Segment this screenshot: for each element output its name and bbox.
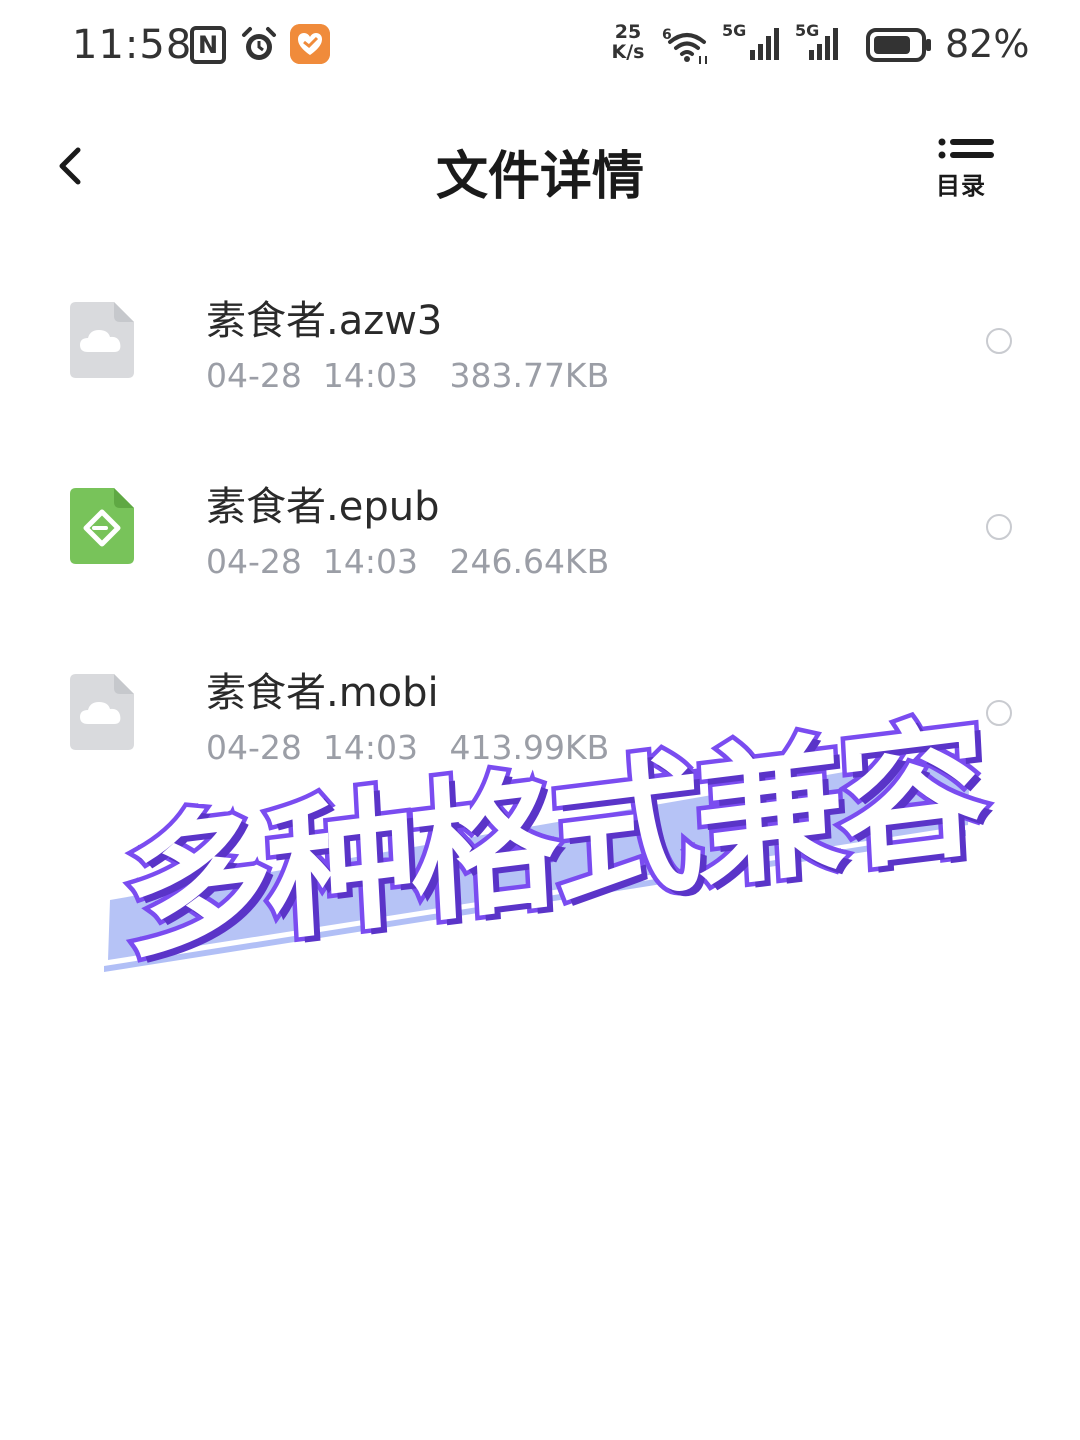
toc-label: 目录: [936, 172, 986, 200]
file-row[interactable]: 素食者.epub 04-28 14:03 246.64KB: [0, 456, 1080, 642]
signal-label: 5G: [795, 22, 819, 40]
file-size: 383.77KB: [449, 356, 610, 395]
file-list: 素食者.azw3 04-28 14:03 383.77KB 素食者.epub 0…: [0, 270, 1080, 828]
toc-button[interactable]: 目录: [932, 138, 1002, 202]
battery-percent: 82%: [945, 22, 1030, 66]
file-date: 04-28: [206, 542, 302, 581]
file-name: 素食者.mobi: [206, 670, 439, 716]
file-size: 413.99KB: [449, 728, 610, 767]
select-radio[interactable]: [986, 700, 1012, 726]
file-date: 04-28: [206, 356, 302, 395]
header-bar: 文件详情 目录: [0, 110, 1080, 220]
file-time: 14:03: [322, 728, 418, 767]
file-meta: 04-28 14:03 413.99KB: [206, 728, 609, 767]
cloud-file-icon: [70, 674, 134, 750]
status-time: 11:58: [72, 22, 193, 68]
file-name: 素食者.azw3: [206, 298, 443, 344]
file-size: 246.64KB: [449, 542, 610, 581]
battery-icon: [866, 28, 931, 62]
signal-icon: 5G: [795, 22, 838, 60]
signal-icon: 5G: [722, 22, 779, 60]
cloud-file-icon: [70, 302, 134, 378]
file-time: 14:03: [322, 356, 418, 395]
list-icon: [938, 138, 994, 159]
page-title: 文件详情: [435, 147, 644, 207]
network-speed: 25 K/s: [606, 22, 650, 62]
wifi-icon: 6: [662, 27, 707, 64]
signal-label: 5G: [722, 22, 746, 40]
status-bar: 11:58 N 25 K/s 6 5G 5G 82%: [0, 0, 1080, 90]
alarm-icon: [242, 27, 276, 60]
file-time: 14:03: [322, 542, 418, 581]
file-date: 04-28: [206, 728, 302, 767]
file-row[interactable]: 素食者.mobi 04-28 14:03 413.99KB: [0, 642, 1080, 828]
epub-file-icon: [70, 488, 134, 564]
nfc-icon: N: [190, 26, 226, 64]
network-speed-unit: K/s: [611, 41, 645, 63]
network-speed-value: 25: [614, 21, 642, 43]
select-radio[interactable]: [986, 328, 1012, 354]
file-row[interactable]: 素食者.azw3 04-28 14:03 383.77KB: [0, 270, 1080, 456]
file-meta: 04-28 14:03 383.77KB: [206, 356, 609, 395]
file-meta: 04-28 14:03 246.64KB: [206, 542, 609, 581]
select-radio[interactable]: [986, 514, 1012, 540]
app-badge-icon: [290, 24, 330, 64]
file-name: 素食者.epub: [206, 484, 440, 530]
